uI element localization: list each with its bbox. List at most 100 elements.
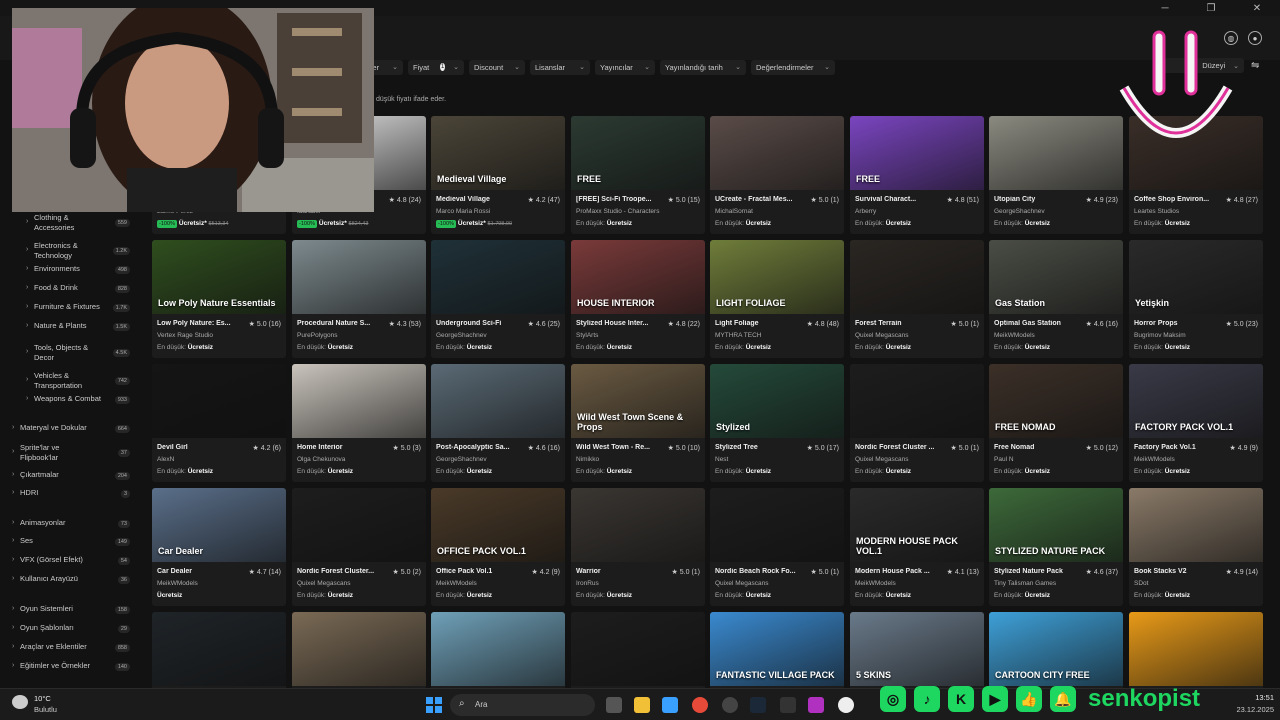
asset-author[interactable]: Olga Chekunova [297,456,421,463]
taskbar-search[interactable]: ⌕ Ara [450,694,595,716]
asset-thumbnail[interactable] [571,612,705,686]
asset-title[interactable]: Procedural Nature S... [297,320,383,327]
asset-card[interactable]: Wild West Town Scene & Props Wild West To… [571,364,705,482]
filter-6[interactable]: Lisanslar ⌄ [530,59,590,75]
asset-thumbnail[interactable] [850,240,984,314]
asset-author[interactable]: MeikWModels [994,332,1118,339]
asset-card[interactable]: OFFICE PACK VOL.1 Office Pack Vol.1 ★ 4.2 … [431,488,565,606]
asset-thumbnail[interactable]: Yetişkin [1129,240,1263,314]
asset-card[interactable]: Post-Apocalyptic Sa... ★ 4.6 (16) GeorgeSh… [431,364,565,482]
close-button[interactable]: ✕ [1234,0,1280,16]
asset-author[interactable]: Vertex Rage Studio [157,332,281,339]
asset-thumbnail[interactable] [152,612,286,686]
asset-card[interactable]: Home Interior ★ 5.0 (3) Olga Chekunova En d… [292,364,426,482]
sidebar-item[interactable]: › Ses 149 [0,536,140,550]
asset-title[interactable]: Stylized House Inter... [576,320,662,327]
asset-author[interactable]: Quixel Megascans [715,580,839,587]
windows-start-icon[interactable] [426,697,442,713]
asset-thumbnail[interactable]: MODERN HOUSE PACK VOL.1 [850,488,984,562]
asset-thumbnail[interactable]: CARTOON CITY FREE [989,612,1123,686]
asset-title[interactable]: Modern House Pack ... [855,568,941,575]
asset-thumbnail[interactable]: FACTORY PACK VOL.1 [1129,364,1263,438]
asset-title[interactable]: Survival Charact... [855,196,941,203]
asset-card[interactable]: Low Poly Nature Essentials Low Poly Natur… [152,240,286,358]
asset-title[interactable]: Medieval Village [436,196,522,203]
sidebar-item[interactable]: › Oyun Şablonları 29 [0,623,140,637]
asset-thumbnail[interactable] [431,612,565,686]
sidebar-item[interactable]: › Weapons & Combat 933 [0,394,140,408]
sidebar-item[interactable]: › Nature & Plants 1.5K [0,321,140,335]
asset-title[interactable]: Horror Props [1134,320,1220,327]
sidebar-item[interactable]: › Tools, Objects & Decor 4.5K [0,343,140,365]
asset-author[interactable]: MYTHRA TECH [715,332,839,339]
asset-card[interactable]: Car Dealer Car Dealer ★ 4.7 (14) MeikWModel… [152,488,286,606]
sidebar-item[interactable]: › Çıkartmalar 204 [0,470,140,484]
asset-thumbnail[interactable] [850,364,984,438]
asset-author[interactable]: Quixel Megascans [855,456,979,463]
asset-title[interactable]: [FREE] Sci-Fi Troope... [576,196,662,203]
sidebar-item[interactable]: › Animasyonlar 73 [0,518,140,532]
obs-icon[interactable] [722,697,738,713]
asset-card[interactable]: FANTASTIC VILLAGE PACK [710,612,844,688]
asset-thumbnail[interactable] [292,240,426,314]
sidebar-item[interactable]: › Electronics & Technology 1.2K [0,241,140,263]
asset-card[interactable] [431,612,565,688]
asset-thumbnail[interactable]: LIGHT FOLIAGE [710,240,844,314]
asset-card[interactable]: LIGHT FOLIAGE Light Foliage ★ 4.8 (48) MYTH… [710,240,844,358]
asset-card[interactable]: Nordic Forest Cluster ... ★ 5.0 (1) Quixel… [850,364,984,482]
asset-author[interactable]: Leartes Studios [1134,208,1258,215]
unreal-engine-icon[interactable] [838,697,854,713]
store-icon[interactable] [662,697,678,713]
asset-title[interactable]: Nordic Beach Rock Fo... [715,568,801,575]
asset-thumbnail[interactable]: Gas Station [989,240,1123,314]
asset-title[interactable]: Post-Apocalyptic Sa... [436,444,522,451]
asset-card[interactable]: STYLIZED NATURE PACK Stylized Nature Pack… [989,488,1123,606]
asset-author[interactable]: Marco Maria Rossi [436,208,560,215]
asset-author[interactable]: SDot [1134,580,1258,587]
asset-thumbnail[interactable]: Stylized [710,364,844,438]
sidebar-item[interactable]: › Furniture & Fixtures 1.7K [0,302,140,316]
asset-thumbnail[interactable] [152,364,286,438]
asset-card[interactable]: FREE NOMAD Free Nomad ★ 5.0 (12) Paul N En d… [989,364,1123,482]
sidebar-item[interactable]: › HDRI 3 [0,488,140,502]
asset-author[interactable]: MeikWModels [855,580,979,587]
asset-author[interactable]: Nimikko [576,456,700,463]
asset-author[interactable]: Bugrimov Maksim [1134,332,1258,339]
asset-thumbnail[interactable] [710,116,844,190]
asset-thumbnail[interactable]: Low Poly Nature Essentials [152,240,286,314]
asset-card[interactable]: FREE [FREE] Sci-Fi Troope... ★ 5.0 (15) Pro… [571,116,705,234]
asset-author[interactable]: MichalSornat [715,208,839,215]
asset-title[interactable]: Utopian City [994,196,1080,203]
asset-card[interactable]: Forest Terrain ★ 5.0 (1) Quixel Megascans E… [850,240,984,358]
sidebar-item[interactable]: › Environments 498 [0,264,140,278]
filter-4[interactable]: Fiyat 1 ⌄ [408,59,464,75]
asset-author[interactable]: ProMaxx Studio - Characters [576,208,700,215]
asset-card[interactable]: Devil Girl ★ 4.2 (6) AlexN En düşük: Ücrets… [152,364,286,482]
asset-card[interactable]: UCreate - Fractal Mes... ★ 5.0 (1) MichalS… [710,116,844,234]
asset-thumbnail[interactable]: FREE [850,116,984,190]
asset-title[interactable]: UCreate - Fractal Mes... [715,196,801,203]
asset-title[interactable]: Office Pack Vol.1 [436,568,522,575]
sidebar-item[interactable]: › VFX (Görsel Efekt) 54 [0,555,140,569]
asset-title[interactable]: Book Stacks V2 [1134,568,1220,575]
asset-author[interactable]: IronRus [576,580,700,587]
sidebar-item[interactable]: › Materyal ve Dokular 664 [0,423,140,437]
asset-title[interactable]: Free Nomad [994,444,1080,451]
asset-card[interactable]: Book Stacks V2 ★ 4.9 (14) SDot En düşük: Üc… [1129,488,1263,606]
asset-title[interactable]: Nordic Forest Cluster ... [855,444,941,451]
asset-card[interactable]: Yetişkin Horror Props ★ 5.0 (23) Bugrimov M… [1129,240,1263,358]
asset-thumbnail[interactable] [1129,488,1263,562]
sidebar-item[interactable]: › Araçlar ve Eklentiler 858 [0,642,140,656]
asset-title[interactable]: Stylized Tree [715,444,801,451]
sidebar-item[interactable]: › Kullanıcı Arayüzü 36 [0,574,140,588]
asset-card[interactable]: Nordic Forest Cluster... ★ 5.0 (2) Quixel … [292,488,426,606]
asset-card[interactable]: Stylized Stylized Tree ★ 5.0 (17) Nest En dü… [710,364,844,482]
asset-title[interactable]: Factory Pack Vol.1 [1134,444,1220,451]
filter-settings-icon[interactable]: ⇋ [1251,60,1259,71]
asset-title[interactable]: Home Interior [297,444,383,451]
app-icon[interactable] [808,697,824,713]
asset-title[interactable]: Devil Girl [157,444,243,451]
asset-card[interactable]: FREE Survival Charact... ★ 4.8 (51) Arberry… [850,116,984,234]
asset-title[interactable]: Underground Sci-Fi [436,320,522,327]
asset-title[interactable]: Warrior [576,568,662,575]
